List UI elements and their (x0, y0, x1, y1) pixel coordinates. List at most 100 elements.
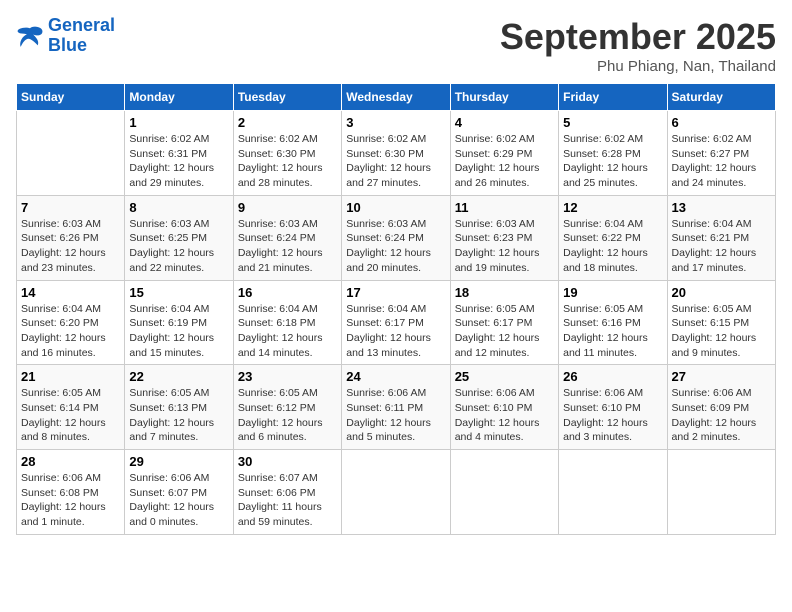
day-info: Sunrise: 6:02 AMSunset: 6:28 PMDaylight:… (563, 132, 662, 191)
day-cell: 26 Sunrise: 6:06 AMSunset: 6:10 PMDayligh… (559, 365, 667, 450)
week-row-4: 21 Sunrise: 6:05 AMSunset: 6:14 PMDayligh… (17, 365, 776, 450)
logo-icon (16, 25, 44, 47)
day-number: 26 (563, 369, 662, 384)
day-info: Sunrise: 6:03 AMSunset: 6:24 PMDaylight:… (238, 217, 337, 276)
day-cell: 19Sunrise: 6:05 AMSunset: 6:16 PMDayligh… (559, 280, 667, 365)
logo: General Blue (16, 16, 115, 56)
day-cell: 18Sunrise: 6:05 AMSunset: 6:17 PMDayligh… (450, 280, 558, 365)
calendar-table: SundayMondayTuesdayWednesdayThursdayFrid… (16, 83, 776, 535)
day-number: 29 (129, 454, 228, 469)
header-cell-sunday: Sunday (17, 84, 125, 111)
calendar-header: SundayMondayTuesdayWednesdayThursdayFrid… (17, 84, 776, 111)
day-info: Sunrise: 6:06 AMSunset: 6:10 PMDaylight:… (563, 386, 662, 445)
day-number: 13 (672, 200, 771, 215)
day-cell: 22Sunrise: 6:05 AMSunset: 6:13 PMDayligh… (125, 365, 233, 450)
day-cell: 17 Sunrise: 6:04 AMSunset: 6:17 PMDayligh… (342, 280, 450, 365)
location: Phu Phiang, Nan, Thailand (500, 58, 776, 75)
day-info: Sunrise: 6:04 AMSunset: 6:17 PMDaylight:… (346, 302, 445, 361)
day-cell: 1 Sunrise: 6:02 AMSunset: 6:31 PMDaylight… (125, 111, 233, 196)
day-info: Sunrise: 6:04 AMSunset: 6:22 PMDaylight:… (563, 217, 662, 276)
day-info: Sunrise: 6:02 AMSunset: 6:31 PMDaylight:… (129, 132, 228, 191)
header-cell-monday: Monday (125, 84, 233, 111)
week-row-3: 14 Sunrise: 6:04 AMSunset: 6:20 PMDayligh… (17, 280, 776, 365)
week-row-5: 28 Sunrise: 6:06 AMSunset: 6:08 PMDayligh… (17, 450, 776, 535)
day-cell (559, 450, 667, 535)
day-number: 10 (346, 200, 445, 215)
day-cell (450, 450, 558, 535)
month-title: September 2025 (500, 16, 776, 58)
day-cell: 4 Sunrise: 6:02 AMSunset: 6:29 PMDaylight… (450, 111, 558, 196)
day-cell: 25 Sunrise: 6:06 AMSunset: 6:10 PMDayligh… (450, 365, 558, 450)
day-number: 24 (346, 369, 445, 384)
day-number: 25 (455, 369, 554, 384)
day-cell: 30 Sunrise: 6:07 AMSunset: 6:06 PMDayligh… (233, 450, 341, 535)
day-info: Sunrise: 6:06 AMSunset: 6:07 PMDaylight:… (129, 471, 228, 530)
day-number: 2 (238, 115, 337, 130)
day-info: Sunrise: 6:06 AMSunset: 6:10 PMDaylight:… (455, 386, 554, 445)
day-cell: 20 Sunrise: 6:05 AMSunset: 6:15 PMDayligh… (667, 280, 775, 365)
day-number: 9 (238, 200, 337, 215)
day-number: 21 (21, 369, 120, 384)
day-cell: 8Sunrise: 6:03 AMSunset: 6:25 PMDaylight… (125, 195, 233, 280)
day-number: 15 (129, 285, 228, 300)
day-cell: 14 Sunrise: 6:04 AMSunset: 6:20 PMDayligh… (17, 280, 125, 365)
day-info: Sunrise: 6:04 AMSunset: 6:21 PMDaylight:… (672, 217, 771, 276)
day-cell: 11Sunrise: 6:03 AMSunset: 6:23 PMDayligh… (450, 195, 558, 280)
day-info: Sunrise: 6:05 AMSunset: 6:15 PMDaylight:… (672, 302, 771, 361)
day-cell (342, 450, 450, 535)
day-number: 23 (238, 369, 337, 384)
day-number: 28 (21, 454, 120, 469)
header-cell-saturday: Saturday (667, 84, 775, 111)
day-number: 6 (672, 115, 771, 130)
day-info: Sunrise: 6:03 AMSunset: 6:24 PMDaylight:… (346, 217, 445, 276)
day-cell: 13 Sunrise: 6:04 AMSunset: 6:21 PMDayligh… (667, 195, 775, 280)
day-number: 11 (455, 200, 554, 215)
day-number: 1 (129, 115, 228, 130)
day-info: Sunrise: 6:05 AMSunset: 6:12 PMDaylight:… (238, 386, 337, 445)
week-row-2: 7 Sunrise: 6:03 AMSunset: 6:26 PMDaylight… (17, 195, 776, 280)
day-info: Sunrise: 6:06 AMSunset: 6:09 PMDaylight:… (672, 386, 771, 445)
logo-text: General Blue (48, 16, 115, 56)
day-cell: 10 Sunrise: 6:03 AMSunset: 6:24 PMDayligh… (342, 195, 450, 280)
day-cell: 16Sunrise: 6:04 AMSunset: 6:18 PMDayligh… (233, 280, 341, 365)
header-cell-wednesday: Wednesday (342, 84, 450, 111)
day-number: 19 (563, 285, 662, 300)
day-number: 7 (21, 200, 120, 215)
day-number: 17 (346, 285, 445, 300)
day-cell: 23 Sunrise: 6:05 AMSunset: 6:12 PMDayligh… (233, 365, 341, 450)
day-info: Sunrise: 6:04 AMSunset: 6:20 PMDaylight:… (21, 302, 120, 361)
day-info: Sunrise: 6:02 AMSunset: 6:30 PMDaylight:… (346, 132, 445, 191)
day-info: Sunrise: 6:02 AMSunset: 6:27 PMDaylight:… (672, 132, 771, 191)
day-info: Sunrise: 6:07 AMSunset: 6:06 PMDaylight:… (238, 471, 337, 530)
day-cell: 27Sunrise: 6:06 AMSunset: 6:09 PMDayligh… (667, 365, 775, 450)
day-number: 12 (563, 200, 662, 215)
day-cell: 29 Sunrise: 6:06 AMSunset: 6:07 PMDayligh… (125, 450, 233, 535)
day-info: Sunrise: 6:05 AMSunset: 6:17 PMDaylight:… (455, 302, 554, 361)
day-number: 8 (129, 200, 228, 215)
week-row-1: 1 Sunrise: 6:02 AMSunset: 6:31 PMDaylight… (17, 111, 776, 196)
day-info: Sunrise: 6:02 AMSunset: 6:29 PMDaylight:… (455, 132, 554, 191)
day-number: 22 (129, 369, 228, 384)
day-number: 20 (672, 285, 771, 300)
day-cell: 5 Sunrise: 6:02 AMSunset: 6:28 PMDaylight… (559, 111, 667, 196)
day-cell: 2 Sunrise: 6:02 AMSunset: 6:30 PMDaylight… (233, 111, 341, 196)
calendar-body: 1 Sunrise: 6:02 AMSunset: 6:31 PMDaylight… (17, 111, 776, 535)
header-cell-thursday: Thursday (450, 84, 558, 111)
day-number: 5 (563, 115, 662, 130)
day-info: Sunrise: 6:04 AMSunset: 6:18 PMDaylight:… (238, 302, 337, 361)
day-info: Sunrise: 6:03 AMSunset: 6:26 PMDaylight:… (21, 217, 120, 276)
day-cell: 12 Sunrise: 6:04 AMSunset: 6:22 PMDayligh… (559, 195, 667, 280)
day-info: Sunrise: 6:02 AMSunset: 6:30 PMDaylight:… (238, 132, 337, 191)
day-info: Sunrise: 6:05 AMSunset: 6:14 PMDaylight:… (21, 386, 120, 445)
day-number: 30 (238, 454, 337, 469)
day-cell: 15Sunrise: 6:04 AMSunset: 6:19 PMDayligh… (125, 280, 233, 365)
day-number: 14 (21, 285, 120, 300)
title-block: September 2025 Phu Phiang, Nan, Thailand (500, 16, 776, 75)
day-cell: 28 Sunrise: 6:06 AMSunset: 6:08 PMDayligh… (17, 450, 125, 535)
day-info: Sunrise: 6:06 AMSunset: 6:11 PMDaylight:… (346, 386, 445, 445)
day-number: 4 (455, 115, 554, 130)
day-cell: 21 Sunrise: 6:05 AMSunset: 6:14 PMDayligh… (17, 365, 125, 450)
day-cell (667, 450, 775, 535)
header-row: SundayMondayTuesdayWednesdayThursdayFrid… (17, 84, 776, 111)
day-info: Sunrise: 6:06 AMSunset: 6:08 PMDaylight:… (21, 471, 120, 530)
